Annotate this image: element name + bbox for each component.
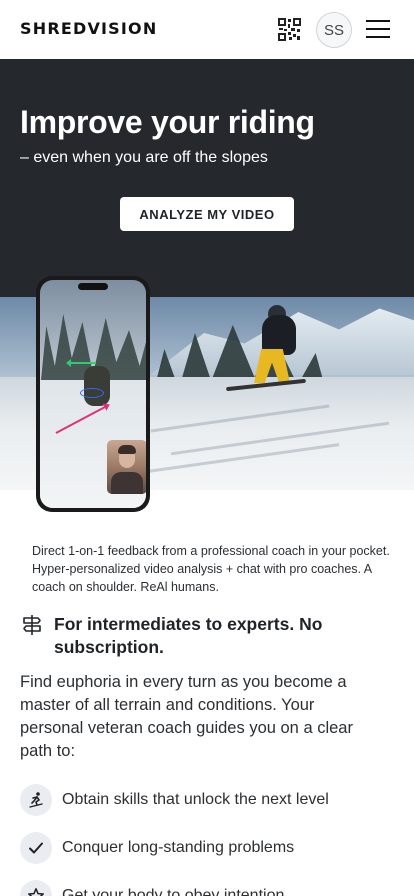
coach-video-thumbnail: [107, 440, 146, 494]
green-arrow-annotation: [66, 359, 96, 367]
hero-section: Improve your riding – even when you are …: [0, 59, 414, 297]
analysis-ring-marker: [80, 388, 104, 398]
list-item-label: Obtain skills that unlock the next level: [62, 791, 329, 808]
phone-mockup: [36, 276, 150, 512]
brand-logo[interactable]: SHREDVISION: [20, 19, 157, 38]
hero-title: Improve your riding: [20, 104, 315, 140]
feature-title: For intermediates to experts. No subscri…: [54, 614, 323, 657]
hero-subtitle: – even when you are off the slopes: [20, 149, 268, 166]
analyzed-skier: [84, 366, 110, 406]
top-navigation-bar: SHREDVISION SS: [0, 0, 414, 59]
qr-code-icon[interactable]: [277, 17, 302, 42]
list-item-label: Conquer long-standing problems: [62, 839, 295, 856]
analyze-video-button[interactable]: ANALYZE MY VIDEO: [120, 197, 294, 231]
star-icon: [20, 880, 52, 896]
phone-screen: [40, 280, 146, 508]
list-item: Conquer long-standing problems: [20, 832, 400, 864]
intro-paragraph: Find euphoria in every turn as you becom…: [20, 673, 353, 760]
user-avatar[interactable]: SS: [316, 12, 352, 48]
feature-caption: Direct 1-on-1 feedback from a profession…: [32, 544, 390, 594]
signpost-icon: [23, 615, 41, 635]
skier-icon: [20, 784, 52, 816]
list-item: Get your body to obey intention: [20, 880, 400, 896]
list-item-label: Get your body to obey intention: [62, 887, 285, 896]
list-item: Obtain skills that unlock the next level: [20, 784, 400, 816]
hamburger-menu-icon[interactable]: [366, 20, 390, 39]
checkmark-icon: [20, 832, 52, 864]
